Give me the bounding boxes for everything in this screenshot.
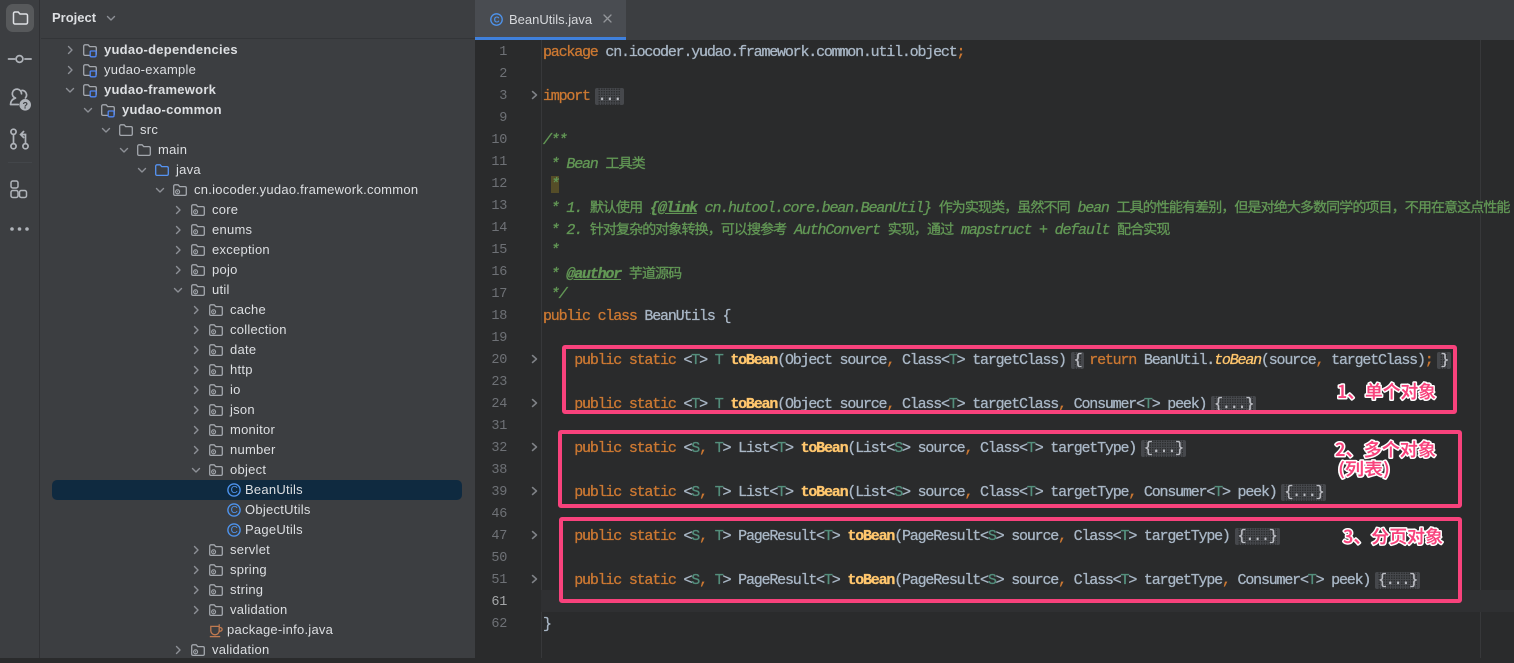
svg-text:(列表): (列表) [1338, 455, 1390, 480]
svg-text:1、单个对象: 1、单个对象 [1337, 378, 1436, 404]
svg-text:3、分页对象: 3、分页对象 [1343, 523, 1443, 549]
